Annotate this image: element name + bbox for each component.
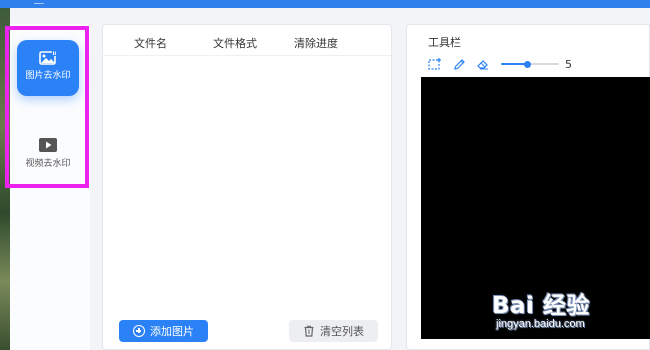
play-icon [39, 138, 57, 152]
preview-canvas[interactable] [421, 77, 650, 339]
rect-select-icon[interactable] [427, 57, 443, 71]
column-header-format: 文件格式 [213, 37, 257, 50]
mode-video-watermark-removal[interactable]: 视频去水印 [17, 133, 79, 189]
brush-size-value: 5 [565, 57, 572, 71]
mode-label-video: 视频去水印 [25, 159, 71, 169]
title-bar [0, 0, 650, 8]
tool-row: 5 [427, 57, 572, 71]
clear-list-button[interactable]: 清空列表 [289, 320, 378, 342]
file-list-panel: 文件名 文件格式 清除进度 添加图片 清空列表 [102, 24, 392, 350]
add-image-button[interactable]: 添加图片 [119, 320, 208, 342]
pen-icon[interactable] [451, 57, 467, 71]
desktop-background-strip [0, 8, 10, 350]
trash-icon [304, 325, 314, 337]
plus-circle-icon [133, 325, 145, 337]
title-bar-mark [34, 0, 44, 4]
add-image-label: 添加图片 [150, 325, 194, 338]
eraser-icon[interactable] [475, 57, 491, 71]
mode-image-watermark-removal[interactable]: 图片去水印 [17, 40, 79, 96]
column-header-progress: 清除进度 [294, 37, 338, 50]
toolbar-title: 工具栏 [428, 36, 461, 49]
brush-size-slider[interactable] [501, 57, 559, 71]
image-icon [39, 51, 56, 65]
clear-list-label: 清空列表 [320, 325, 364, 338]
toolbar-panel: 工具栏 5 [406, 24, 650, 350]
file-list-header: 文件名 文件格式 清除进度 [103, 25, 391, 56]
mode-label-image: 图片去水印 [25, 71, 71, 81]
slider-thumb[interactable] [523, 60, 531, 68]
column-header-filename: 文件名 [134, 37, 167, 50]
